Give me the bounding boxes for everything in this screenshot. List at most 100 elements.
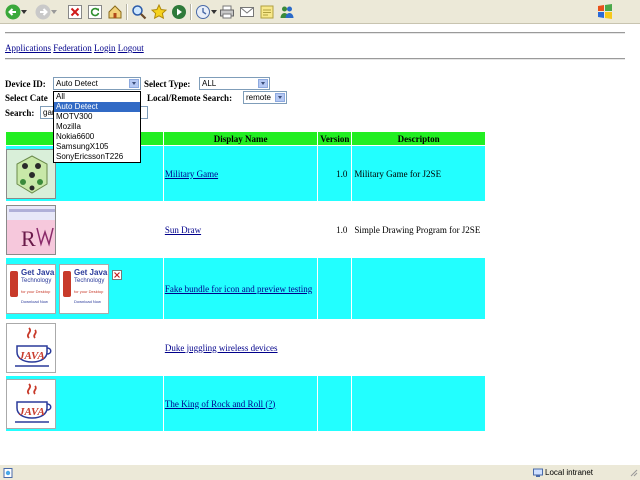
java-logo-icon[interactable]: JAVA [6, 322, 56, 373]
search-icon[interactable] [130, 3, 148, 21]
device-option-selected[interactable]: Auto Detect [54, 102, 140, 112]
top-divider [5, 32, 625, 34]
display-name-cell: The King of Rock and Roll (?) [162, 375, 319, 432]
mail-icon[interactable] [238, 3, 256, 21]
java-logo-icon[interactable]: JAVA [6, 378, 56, 429]
get-java-text: Get Java [74, 267, 108, 277]
app-link[interactable]: Fake bundle for icon and preview testing [165, 284, 312, 294]
military-game-thumbnail[interactable] [6, 148, 56, 199]
svg-text:R: R [21, 226, 36, 251]
nav-divider [5, 58, 625, 60]
select-category-label: Select Cate [5, 93, 48, 103]
column-header-description: Descripton [351, 131, 486, 146]
nav-links: Applications Federation Login Logout [5, 43, 144, 53]
get-java-desktop-text: for your Desktop [74, 288, 104, 294]
icon-cell: JAVA [5, 319, 164, 376]
version-cell [317, 319, 353, 376]
device-option[interactable]: SonyEricssonT226 [54, 152, 140, 162]
select-type-select[interactable]: ALL [199, 77, 270, 90]
version-cell [317, 375, 353, 432]
chevron-down-icon[interactable] [258, 79, 268, 88]
display-name-cell: Military Game [162, 145, 319, 202]
get-java-text: Get Java [21, 267, 55, 277]
description-cell [351, 257, 486, 320]
description-cell [351, 375, 486, 432]
device-option[interactable]: Nokia6600 [54, 132, 140, 142]
device-id-label: Device ID: [5, 79, 46, 89]
stop-icon[interactable] [66, 3, 84, 21]
local-remote-select[interactable]: remote [243, 91, 287, 104]
toolbar-separator [190, 4, 192, 20]
select-type-value: ALL [202, 79, 217, 88]
icon-cell: R [5, 201, 164, 258]
device-id-select[interactable]: Auto Detect [53, 77, 141, 90]
edit-icon[interactable] [258, 3, 276, 21]
favorites-icon[interactable] [150, 3, 168, 21]
browser-toolbar [0, 0, 640, 24]
zone-label: Local intranet [545, 468, 594, 477]
get-java-desktop-text: for your Desktop [21, 288, 51, 294]
nav-link-federation[interactable]: Federation [53, 43, 92, 53]
device-option[interactable]: SamsungX105 [54, 142, 140, 152]
chevron-down-icon[interactable] [275, 93, 285, 102]
app-link[interactable]: Sun Draw [165, 225, 201, 235]
status-bar: Local intranet [0, 464, 640, 480]
table-row: JAVA The King of Rock and Roll (?) [5, 375, 486, 432]
get-java-banner-icon[interactable]: Get Java Technology for your Desktop Dow… [59, 263, 109, 314]
toolbar-separator [126, 4, 128, 20]
java-logo-text: JAVA [18, 406, 45, 418]
get-java-download-text: Download Now [74, 298, 101, 304]
app-link[interactable]: The King of Rock and Roll (?) [165, 399, 275, 409]
column-header-display-name: Display Name [162, 131, 319, 146]
history-dropdown-icon[interactable] [210, 3, 218, 21]
display-name-cell: Fake bundle for icon and preview testing [162, 257, 319, 320]
icon-cell: JAVA [5, 375, 164, 432]
icon-cell: Get Java Technology for your Desktop Dow… [5, 257, 164, 320]
forward-dropdown-icon[interactable] [50, 3, 58, 21]
page-icon [3, 468, 13, 480]
windows-logo-icon [596, 2, 616, 22]
applications-table: Display Name Version Descripton Military… [5, 131, 486, 432]
column-header-version: Version [317, 131, 353, 146]
nav-link-logout[interactable]: Logout [118, 43, 144, 53]
select-type-label: Select Type: [144, 79, 191, 89]
back-dropdown-icon[interactable] [20, 3, 28, 21]
app-link[interactable]: Military Game [165, 169, 218, 179]
nav-link-login[interactable]: Login [94, 43, 116, 53]
version-cell [317, 257, 353, 320]
page-content: Applications Federation Login Logout Dev… [0, 24, 640, 464]
broken-image-icon [112, 269, 122, 280]
table-row: Get Java Technology for your Desktop Dow… [5, 257, 486, 320]
table-row: R Sun Draw 1.0 Simple Drawing Program fo… [5, 201, 486, 258]
description-cell: Military Game for J2SE [351, 145, 486, 202]
description-cell [351, 319, 486, 376]
nav-link-applications[interactable]: Applications [5, 43, 51, 53]
get-java-banner-icon[interactable]: Get Java Technology for your Desktop Dow… [6, 263, 56, 314]
description-cell: Simple Drawing Program for J2SE [351, 201, 486, 258]
chevron-down-icon[interactable] [129, 79, 139, 88]
version-cell: 1.0 [317, 145, 353, 202]
device-option[interactable]: Mozilla [54, 122, 140, 132]
search-label: Search: [5, 108, 35, 118]
refresh-icon[interactable] [86, 3, 104, 21]
local-intranet-icon [533, 468, 543, 480]
display-name-cell: Duke juggling wireless devices [162, 319, 319, 376]
get-java-technology-text: Technology [21, 277, 52, 284]
display-name-cell: Sun Draw [162, 201, 319, 258]
version-cell: 1.0 [317, 201, 353, 258]
get-java-download-text: Download Now [21, 298, 48, 304]
device-option[interactable]: MOTV300 [54, 112, 140, 122]
app-link[interactable]: Duke juggling wireless devices [165, 343, 278, 353]
bundle-icon-group: Get Java Technology for your Desktop Dow… [6, 263, 163, 314]
media-icon[interactable] [170, 3, 188, 21]
messenger-icon[interactable] [278, 3, 296, 21]
device-option[interactable]: All [54, 92, 140, 102]
local-remote-value: remote [246, 93, 271, 102]
print-icon[interactable] [218, 3, 236, 21]
sun-draw-thumbnail[interactable]: R [6, 204, 56, 255]
device-id-dropdown-list: All Auto Detect MOTV300 Mozilla Nokia660… [53, 91, 141, 163]
resize-grip-icon[interactable] [630, 469, 638, 477]
local-remote-label: Local/Remote Search: [147, 93, 233, 103]
home-icon[interactable] [106, 3, 124, 21]
get-java-technology-text: Technology [74, 277, 105, 284]
